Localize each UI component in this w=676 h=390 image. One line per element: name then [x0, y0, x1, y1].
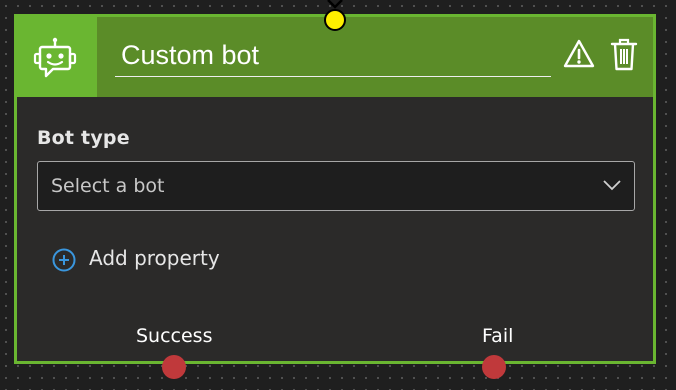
fail-port-label: Fail — [482, 325, 514, 347]
add-property-label: Add property — [89, 246, 220, 270]
bot-type-select[interactable]: Select a bot — [37, 161, 635, 211]
trash-icon[interactable] — [609, 37, 639, 73]
success-port-label: Success — [136, 325, 213, 347]
success-output-port[interactable] — [162, 355, 186, 379]
bot-icon — [33, 37, 77, 78]
plus-circle-icon — [52, 248, 76, 272]
bot-type-label: Bot type — [37, 127, 130, 149]
input-port[interactable] — [324, 9, 346, 31]
bot-type-placeholder: Select a bot — [51, 175, 165, 197]
warning-icon[interactable] — [562, 37, 596, 71]
fail-output-port[interactable] — [482, 355, 506, 379]
node-icon-box — [17, 17, 97, 97]
chevron-down-icon — [603, 180, 621, 191]
bot-node[interactable]: Bot type Select a bot Add property Succe… — [14, 14, 656, 364]
node-title-input[interactable] — [115, 37, 551, 77]
